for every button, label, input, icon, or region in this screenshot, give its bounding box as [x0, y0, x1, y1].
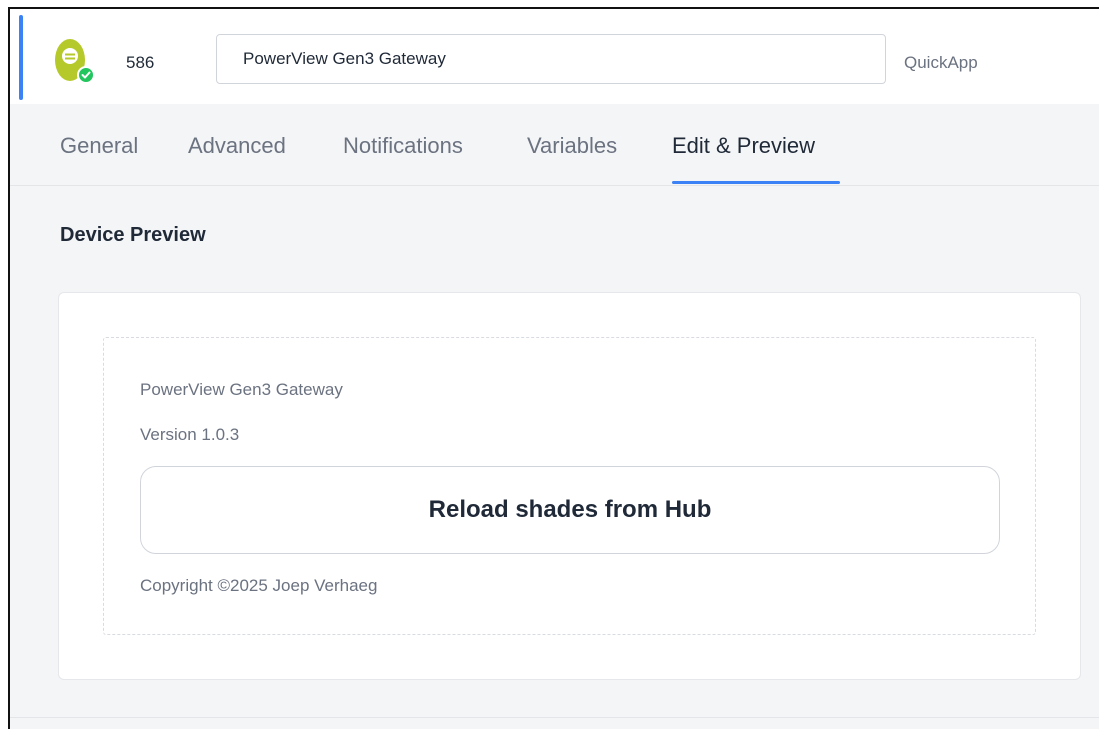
app-name-label: PowerView Gen3 Gateway: [140, 380, 343, 399]
device-header: 586 QuickApp: [10, 9, 1099, 105]
tab-variables[interactable]: Variables: [527, 133, 617, 159]
active-tab-indicator: [672, 181, 840, 184]
reload-shades-button[interactable]: Reload shades from Hub: [140, 466, 1000, 554]
copyright-label: Copyright ©2025 Joep Verhaeg: [140, 576, 378, 595]
window-frame: 586 QuickApp General Advanced Notificati…: [8, 7, 1099, 729]
tab-edit-preview[interactable]: Edit & Preview: [672, 133, 815, 159]
device-type-label: QuickApp: [904, 53, 978, 72]
tab-bar: General Advanced Notifications Variables…: [10, 104, 1099, 186]
device-status-icon: [55, 39, 95, 84]
tab-advanced[interactable]: Advanced: [188, 133, 286, 159]
tab-notifications[interactable]: Notifications: [343, 133, 463, 159]
quickapp-preview-area: PowerView Gen3 Gateway Version 1.0.3 Rel…: [103, 337, 1036, 635]
device-id: 586: [126, 53, 155, 72]
selection-accent-bar: [19, 15, 23, 100]
device-preview-card: PowerView Gen3 Gateway Version 1.0.3 Rel…: [58, 292, 1081, 680]
tab-general[interactable]: General: [60, 133, 138, 159]
device-name-input[interactable]: [216, 34, 886, 84]
divider: [10, 717, 1099, 718]
section-title: Device Preview: [60, 224, 206, 246]
version-label: Version 1.0.3: [140, 425, 240, 444]
